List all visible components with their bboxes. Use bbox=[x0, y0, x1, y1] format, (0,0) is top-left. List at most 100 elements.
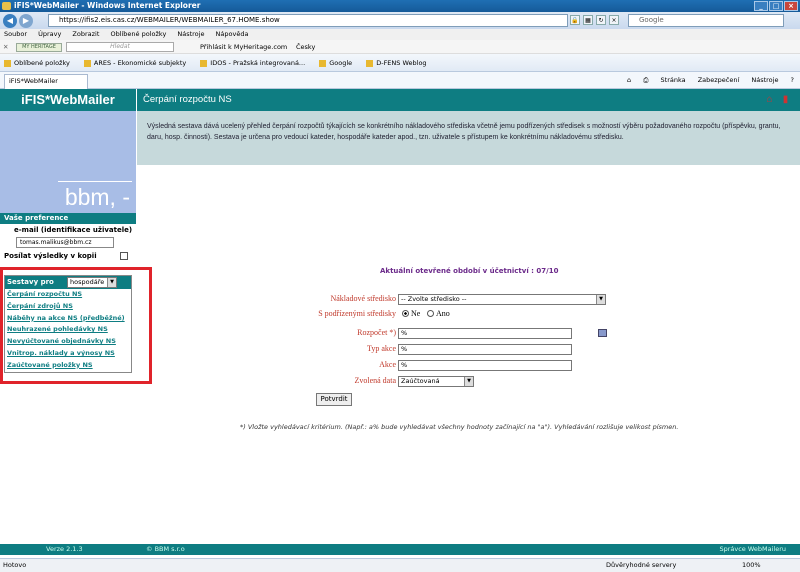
radio-no[interactable]: Ne bbox=[402, 309, 420, 318]
forward-button[interactable]: ▶ bbox=[19, 14, 33, 28]
cost-center-select[interactable]: -- Zvolte středisko -- ▼ bbox=[398, 294, 606, 305]
back-button[interactable]: ◀ bbox=[3, 14, 17, 28]
home-icon[interactable]: ⌂ bbox=[763, 93, 776, 106]
action-type-label: Typ akce bbox=[367, 344, 396, 353]
search-note: *) Vložte vyhledávací kritérium. (Např.:… bbox=[240, 423, 679, 431]
menu-help[interactable]: Nápověda bbox=[216, 30, 249, 38]
page-icon bbox=[83, 59, 91, 67]
tab-bar: iFIS*WebMailer ⌂ ⎙ Stránka Zabezpečení N… bbox=[0, 72, 800, 89]
status-bar: Hotovo Důvěryhodné servery 100% bbox=[0, 558, 800, 572]
address-bar: ◀ ▶ https://ifis2.eis.cas.cz/WEBMAILER/W… bbox=[0, 12, 800, 29]
subcenters-label: S podřízenými středisky bbox=[318, 309, 396, 318]
app-content: iFIS*WebMailer Čerpání rozpočtu NS ⌂ ▮ b… bbox=[0, 89, 800, 555]
tool-page[interactable]: Stránka bbox=[661, 76, 686, 84]
admin-link[interactable]: Správce WebMaileru bbox=[719, 544, 786, 555]
book-icon[interactable]: ▮ bbox=[779, 93, 792, 106]
app-footer: Verze 2.1.3 © BBM s.r.o Správce WebMaile… bbox=[0, 544, 800, 555]
menu-view[interactable]: Zobrazit bbox=[72, 30, 99, 38]
language-select[interactable]: Česky bbox=[296, 40, 315, 54]
fav-idos[interactable]: IDOS - Pražská integrovaná... bbox=[200, 59, 305, 67]
url-input[interactable]: https://ifis2.eis.cas.cz/WEBMAILER/WEBMA… bbox=[48, 14, 568, 27]
budget-input[interactable]: % bbox=[398, 328, 572, 339]
report-link-internal[interactable]: Vnitrop. náklady a výnosy NS bbox=[5, 348, 131, 360]
radio-no-dot bbox=[402, 310, 409, 317]
report-link-actions[interactable]: Náběhy na akce NS (předběžné) bbox=[5, 313, 131, 325]
fav-favorites[interactable]: Oblíbené položky bbox=[4, 59, 70, 67]
maximize-button[interactable]: □ bbox=[769, 1, 783, 11]
report-link-orders[interactable]: Nevyúčtované objednávky NS bbox=[5, 336, 131, 348]
chevron-down-icon: ▼ bbox=[107, 278, 116, 287]
fav-dfens[interactable]: D-FENS Weblog bbox=[366, 59, 427, 67]
toolbar-search-input[interactable]: Hledat bbox=[66, 42, 174, 52]
menu-favorites[interactable]: Oblíbené položky bbox=[110, 30, 166, 38]
action-input[interactable]: % bbox=[398, 360, 572, 371]
email-field[interactable]: tomas.malikus@bbm.cz bbox=[16, 237, 114, 248]
page-title-bar: Čerpání rozpočtu NS ⌂ ▮ bbox=[136, 89, 800, 111]
version-label: Verze 2.1.3 bbox=[46, 545, 83, 553]
menu-tools[interactable]: Nástroje bbox=[177, 30, 204, 38]
action-label: Akce bbox=[379, 360, 396, 369]
chevron-down-icon: ▼ bbox=[596, 295, 605, 304]
submit-button[interactable]: Potvrdit bbox=[316, 393, 352, 406]
tool-security[interactable]: Zabezpečení bbox=[698, 76, 740, 84]
tab-webmailer[interactable]: iFIS*WebMailer bbox=[4, 74, 88, 89]
reports-panel: Sestavy pro hospodáře ▼ Čerpání rozpočtu… bbox=[4, 275, 132, 373]
budget-label: Rozpočet *) bbox=[357, 328, 396, 337]
print-icon[interactable]: ⎙ bbox=[643, 76, 648, 84]
myheritage-login-link[interactable]: Přihlásit k MyHeritage.com bbox=[200, 40, 287, 54]
copy-checkbox[interactable] bbox=[120, 252, 128, 260]
google-icon bbox=[319, 59, 327, 67]
role-select[interactable]: hospodáře ▼ bbox=[67, 277, 117, 288]
fav-ares[interactable]: ARES - Ekonomické subjekty bbox=[83, 59, 186, 67]
lookup-icon[interactable] bbox=[598, 329, 607, 337]
status-text: Hotovo bbox=[3, 561, 27, 569]
menu-bar: Soubor Úpravy Zobrazit Oblíbené položky … bbox=[0, 29, 800, 40]
data-choice-select[interactable]: Zaúčtovaná ▼ bbox=[398, 376, 474, 387]
security-zone: Důvěryhodné servery bbox=[606, 561, 677, 569]
window-title: iFIS*WebMailer - Windows Internet Explor… bbox=[14, 1, 201, 10]
menu-edit[interactable]: Úpravy bbox=[38, 30, 61, 38]
page-title: Čerpání rozpočtu NS bbox=[143, 94, 232, 105]
stop-icon[interactable]: × bbox=[609, 15, 619, 25]
zoom-level[interactable]: 100% bbox=[742, 559, 761, 572]
action-type-input[interactable]: % bbox=[398, 344, 572, 355]
window-title-bar: iFIS*WebMailer - Windows Internet Explor… bbox=[0, 0, 800, 12]
star-icon bbox=[4, 59, 11, 67]
preferences-header: Vaše preference bbox=[0, 213, 136, 224]
accounting-period: Aktuální otevřené období v účetnictví : … bbox=[380, 267, 559, 275]
help-icon[interactable]: ? bbox=[791, 76, 794, 84]
close-button[interactable]: × bbox=[784, 1, 798, 11]
myheritage-logo[interactable]: MY HERITAGE bbox=[16, 43, 62, 52]
radio-yes[interactable]: Ano bbox=[427, 309, 450, 318]
refresh-icon[interactable]: ↻ bbox=[596, 15, 606, 25]
search-input[interactable]: Google bbox=[628, 14, 784, 27]
fav-google[interactable]: Google bbox=[319, 59, 352, 67]
report-link-receivables[interactable]: Neuhrazené pohledávky NS bbox=[5, 324, 131, 336]
minimize-button[interactable]: _ bbox=[754, 1, 768, 11]
page-icon bbox=[200, 59, 208, 67]
report-link-posted[interactable]: Zaúčtované položky NS bbox=[5, 360, 131, 372]
ie-icon bbox=[2, 2, 11, 10]
toolbar-close-icon[interactable]: ✕ bbox=[3, 40, 8, 54]
report-link-sources[interactable]: Čerpání zdrojů NS bbox=[5, 301, 131, 313]
company-logo: bbm, - bbox=[0, 111, 136, 213]
data-choice-label: Zvolená data bbox=[354, 376, 396, 385]
chevron-down-icon: ▼ bbox=[464, 377, 473, 386]
home-icon[interactable]: ⌂ bbox=[627, 76, 631, 84]
email-label: e-mail (identifikace uživatele) bbox=[14, 226, 133, 234]
tool-tools[interactable]: Nástroje bbox=[751, 76, 778, 84]
addon-toolbar: ✕ MY HERITAGE Hledat Přihlásit k MyHerit… bbox=[0, 40, 800, 54]
radio-yes-dot bbox=[427, 310, 434, 317]
favorites-bar: Oblíbené položky ARES - Ekonomické subje… bbox=[0, 54, 800, 72]
logo-text: bbm, - bbox=[64, 184, 130, 210]
lock-icon[interactable]: 🔒 bbox=[570, 15, 580, 25]
copy-label: Posílat výsledky v kopii bbox=[4, 252, 97, 260]
copyright-label: © BBM s.r.o bbox=[146, 545, 185, 553]
menu-file[interactable]: Soubor bbox=[4, 30, 27, 38]
report-description: Výsledná sestava dává ucelený přehled če… bbox=[136, 111, 800, 165]
app-brand: iFIS*WebMailer bbox=[0, 89, 136, 111]
page-icon bbox=[366, 59, 374, 67]
cost-center-label: Nákladové středisko bbox=[330, 294, 396, 303]
report-link-budget[interactable]: Čerpání rozpočtu NS bbox=[5, 289, 131, 301]
compatibility-icon[interactable]: ▦ bbox=[583, 15, 593, 25]
